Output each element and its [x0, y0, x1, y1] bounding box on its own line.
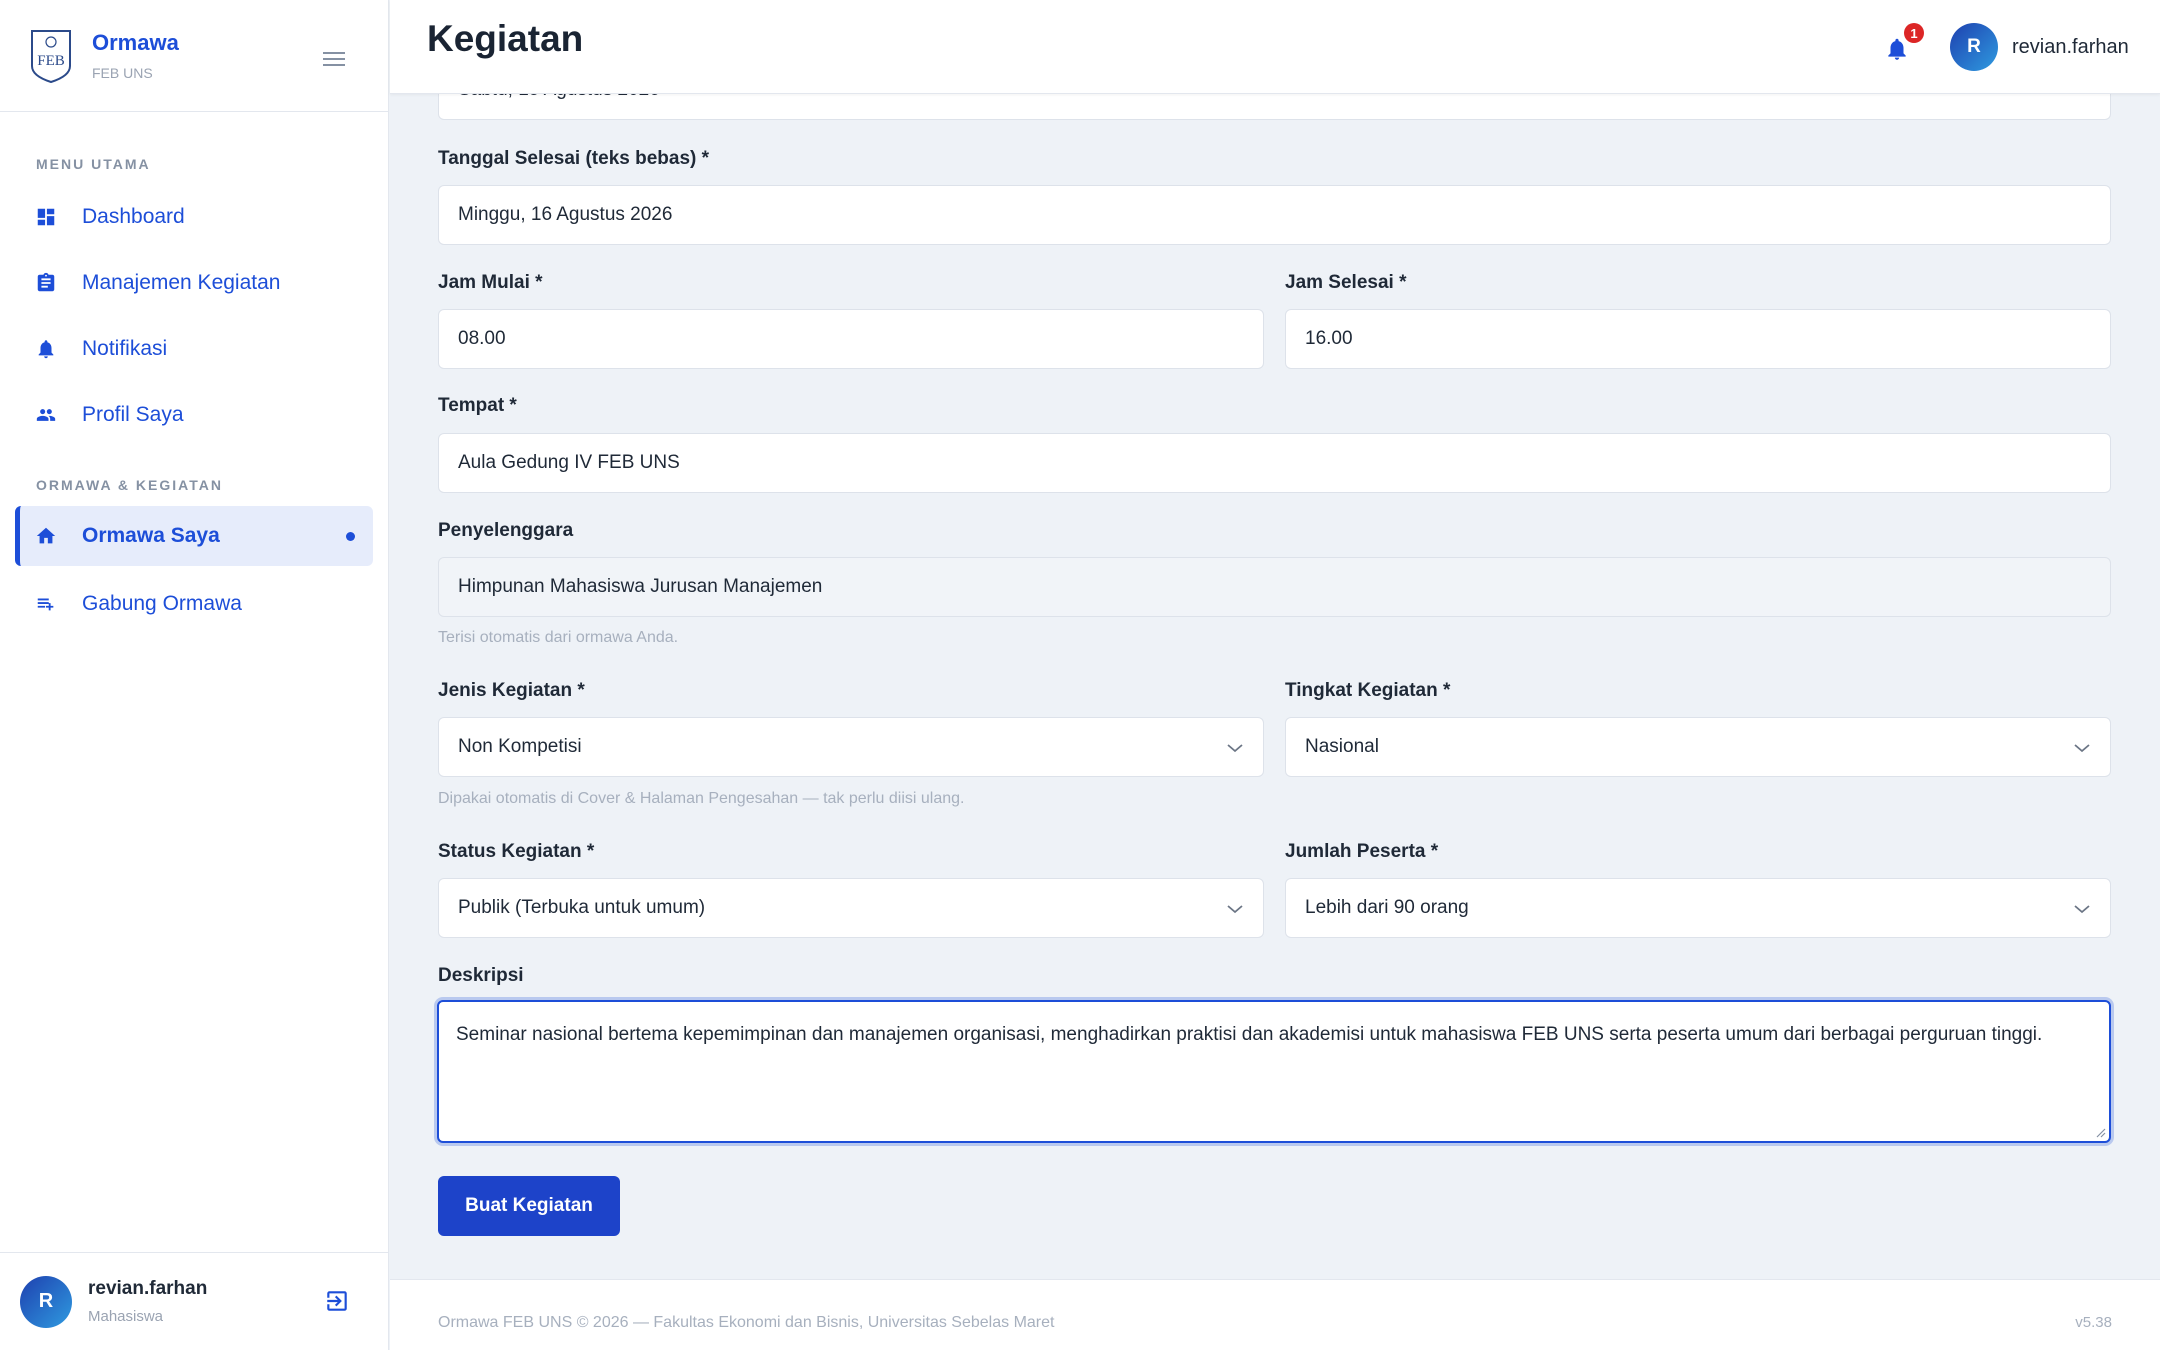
- people-icon: [33, 402, 59, 428]
- user-menu[interactable]: R revian.farhan: [1950, 23, 2129, 71]
- type-select[interactable]: Non Kompetisi: [438, 717, 1264, 777]
- sidebar-item-label: Notifikasi: [82, 337, 168, 360]
- participants-select[interactable]: Lebih dari 90 orang: [1285, 878, 2111, 938]
- avatar[interactable]: R: [20, 1275, 72, 1328]
- participants-value: Lebih dari 90 orang: [1305, 897, 1469, 918]
- active-indicator-dot: [346, 532, 355, 541]
- sidebar-item-notifikasi[interactable]: Notifikasi: [15, 319, 373, 379]
- sidebar-item-gabung-ormawa[interactable]: Gabung Ormawa: [15, 574, 373, 634]
- brand: FEB Ormawa FEB UNS: [0, 0, 388, 112]
- main-content: Sabtu, 15 Agustus 2026 Tanggal Selesai (…: [390, 0, 2160, 1350]
- participants-label: Jumlah Peserta *: [1285, 841, 1439, 862]
- place-value: Aula Gedung IV FEB UNS: [458, 452, 680, 473]
- end-time-value: 16.00: [1305, 328, 1353, 349]
- end-date-value: Minggu, 16 Agustus 2026: [458, 204, 673, 225]
- chevron-down-icon: [1227, 905, 1243, 914]
- end-date-field[interactable]: Minggu, 16 Agustus 2026: [438, 185, 2111, 245]
- organizer-value: Himpunan Mahasiswa Jurusan Manajemen: [458, 576, 823, 597]
- home-icon: [33, 523, 59, 549]
- start-time-label: Jam Mulai *: [438, 272, 543, 293]
- description-label: Deskripsi: [438, 965, 524, 986]
- chevron-down-icon: [1227, 744, 1243, 753]
- sidebar-item-manajemen-kegiatan[interactable]: Manajemen Kegiatan: [15, 253, 373, 313]
- place-field[interactable]: Aula Gedung IV FEB UNS: [438, 433, 2111, 493]
- brand-name: Ormawa: [92, 29, 179, 55]
- end-time-label: Jam Selesai *: [1285, 272, 1407, 293]
- avatar: R: [1950, 23, 1998, 71]
- place-label: Tempat *: [438, 395, 517, 416]
- sidebar-item-ormawa-saya[interactable]: Ormawa Saya: [15, 506, 373, 566]
- sidebar: FEB Ormawa FEB UNS MENU UTAMA Dashboard …: [0, 0, 389, 1350]
- status-value: Publik (Terbuka untuk umum): [458, 897, 706, 918]
- create-activity-button[interactable]: Buat Kegiatan: [438, 1176, 620, 1236]
- level-label: Tingkat Kegiatan *: [1285, 680, 1451, 701]
- resize-handle-icon[interactable]: [2094, 1126, 2106, 1138]
- sidebar-item-profil-saya[interactable]: Profil Saya: [15, 385, 373, 445]
- sidebar-item-dashboard[interactable]: Dashboard: [15, 187, 373, 247]
- level-value: Nasional: [1305, 736, 1379, 757]
- chevron-down-icon: [2074, 905, 2090, 914]
- sidebar-item-label: Gabung Ormawa: [82, 592, 242, 615]
- sidebar-item-label: Profil Saya: [82, 403, 184, 426]
- sidebar-user-text: revian.farhan Mahasiswa: [88, 1278, 207, 1325]
- clipboard-icon: [33, 270, 59, 296]
- status-select[interactable]: Publik (Terbuka untuk umum): [438, 878, 1264, 938]
- sidebar-item-label: Ormawa Saya: [82, 524, 220, 547]
- chevron-down-icon: [2074, 744, 2090, 753]
- sidebar-item-label: Dashboard: [82, 205, 185, 228]
- svg-text:FEB: FEB: [37, 53, 65, 69]
- status-label: Status Kegiatan *: [438, 841, 595, 862]
- sidebar-user-role: Mahasiswa: [88, 1308, 164, 1325]
- feb-logo-icon[interactable]: FEB: [29, 28, 73, 84]
- brand-text: Ormawa FEB UNS: [92, 30, 179, 81]
- sidebar-user-card: R revian.farhan Mahasiswa: [0, 1252, 389, 1350]
- type-value: Non Kompetisi: [458, 736, 582, 757]
- end-date-label: Tanggal Selesai (teks bebas) *: [438, 148, 710, 169]
- dashboard-icon: [33, 204, 59, 230]
- start-time-field[interactable]: 08.00: [438, 309, 1264, 369]
- organizer-label: Penyelenggara: [438, 520, 574, 541]
- notification-count-badge: 1: [1904, 23, 1924, 43]
- description-textarea[interactable]: Seminar nasional bertema kepemimpinan da…: [437, 1000, 2111, 1143]
- organizer-hint: Terisi otomatis dari ormawa Anda.: [438, 629, 679, 646]
- type-hint: Dipakai otomatis di Cover & Halaman Peng…: [438, 790, 965, 807]
- brand-subtitle: FEB UNS: [92, 65, 153, 82]
- page-title: Kegiatan: [427, 18, 584, 59]
- sidebar-user-name: revian.farhan: [88, 1278, 208, 1299]
- bell-icon: [33, 336, 59, 362]
- playlist-add-icon: [33, 591, 59, 617]
- type-label: Jenis Kegiatan *: [438, 680, 585, 701]
- footer: Ormawa FEB UNS © 2026 — Fakultas Ekonomi…: [390, 1279, 2160, 1350]
- app-version: v5.38: [2075, 1314, 2112, 1331]
- menu-toggle-icon[interactable]: [318, 44, 350, 74]
- footer-text: Ormawa FEB UNS © 2026 — Fakultas Ekonomi…: [438, 1314, 1055, 1331]
- start-time-value: 08.00: [458, 328, 506, 349]
- end-time-field[interactable]: 16.00: [1285, 309, 2111, 369]
- organizer-field: Himpunan Mahasiswa Jurusan Manajemen: [438, 557, 2111, 617]
- user-name: revian.farhan: [2012, 35, 2129, 58]
- level-select[interactable]: Nasional: [1285, 717, 2111, 777]
- section-label-org: ORMAWA & KEGIATAN: [36, 477, 223, 493]
- description-value: Seminar nasional bertema kepemimpinan da…: [456, 1024, 2043, 1045]
- sidebar-item-label: Manajemen Kegiatan: [82, 271, 281, 294]
- section-label-main: MENU UTAMA: [36, 156, 151, 172]
- logout-icon[interactable]: [321, 1285, 353, 1317]
- topbar: Kegiatan 1 R revian.farhan: [390, 0, 2160, 94]
